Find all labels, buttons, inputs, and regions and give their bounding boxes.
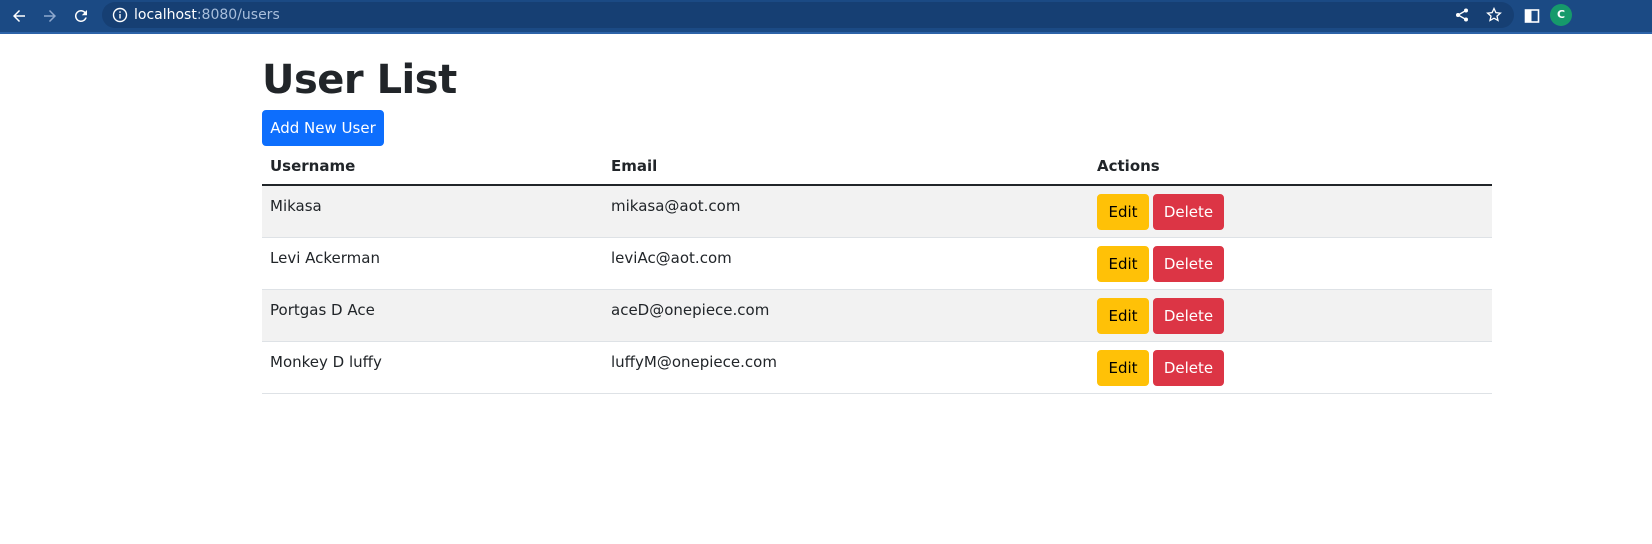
delete-button[interactable]: Delete — [1153, 246, 1224, 282]
url-text: localhost:8080/users — [134, 5, 280, 25]
page-title: User List — [262, 57, 457, 103]
url-host: localhost — [134, 7, 197, 23]
delete-button[interactable]: Delete — [1153, 298, 1224, 334]
row-actions: Edit Delete — [1097, 350, 1224, 386]
info-icon[interactable] — [112, 7, 128, 23]
url-path: :8080/users — [196, 7, 280, 23]
username-cell: Portgas D Ace — [270, 301, 375, 319]
table-row: Monkey D luffy luffyM@onepiece.com Edit … — [262, 342, 1492, 394]
header-email: Email — [611, 157, 658, 175]
share-icon[interactable] — [1452, 5, 1472, 25]
delete-button[interactable]: Delete — [1153, 350, 1224, 386]
delete-button[interactable]: Delete — [1153, 194, 1224, 230]
user-table: Username Email Actions Mikasa mikasa@aot… — [262, 146, 1492, 394]
table-row: Mikasa mikasa@aot.com Edit Delete — [262, 186, 1492, 238]
back-arrow-icon[interactable] — [6, 3, 32, 29]
forward-arrow-icon[interactable] — [37, 3, 63, 29]
username-cell: Levi Ackerman — [270, 249, 380, 267]
row-actions: Edit Delete — [1097, 246, 1224, 282]
username-cell: Mikasa — [270, 197, 322, 215]
address-bar[interactable]: localhost:8080/users — [102, 2, 1514, 28]
table-row: Portgas D Ace aceD@onepiece.com Edit Del… — [262, 290, 1492, 342]
table-header: Username Email Actions — [262, 146, 1492, 186]
row-actions: Edit Delete — [1097, 298, 1224, 334]
reload-icon[interactable] — [68, 3, 94, 29]
add-new-user-button[interactable]: Add New User — [262, 110, 384, 146]
browser-toolbar: localhost:8080/users C — [0, 0, 1652, 34]
edit-button[interactable]: Edit — [1097, 246, 1149, 282]
edit-button[interactable]: Edit — [1097, 298, 1149, 334]
email-cell: mikasa@aot.com — [611, 197, 741, 215]
username-cell: Monkey D luffy — [270, 353, 382, 371]
edit-button[interactable]: Edit — [1097, 350, 1149, 386]
avatar[interactable]: C — [1550, 4, 1572, 26]
edit-button[interactable]: Edit — [1097, 194, 1149, 230]
side-panel-icon[interactable] — [1520, 4, 1544, 28]
row-actions: Edit Delete — [1097, 194, 1224, 230]
email-cell: aceD@onepiece.com — [611, 301, 770, 319]
table-row: Levi Ackerman leviAc@aot.com Edit Delete — [262, 238, 1492, 290]
header-actions: Actions — [1097, 157, 1160, 175]
email-cell: leviAc@aot.com — [611, 249, 732, 267]
star-icon[interactable] — [1484, 5, 1504, 25]
email-cell: luffyM@onepiece.com — [611, 353, 777, 371]
header-username: Username — [270, 157, 356, 175]
